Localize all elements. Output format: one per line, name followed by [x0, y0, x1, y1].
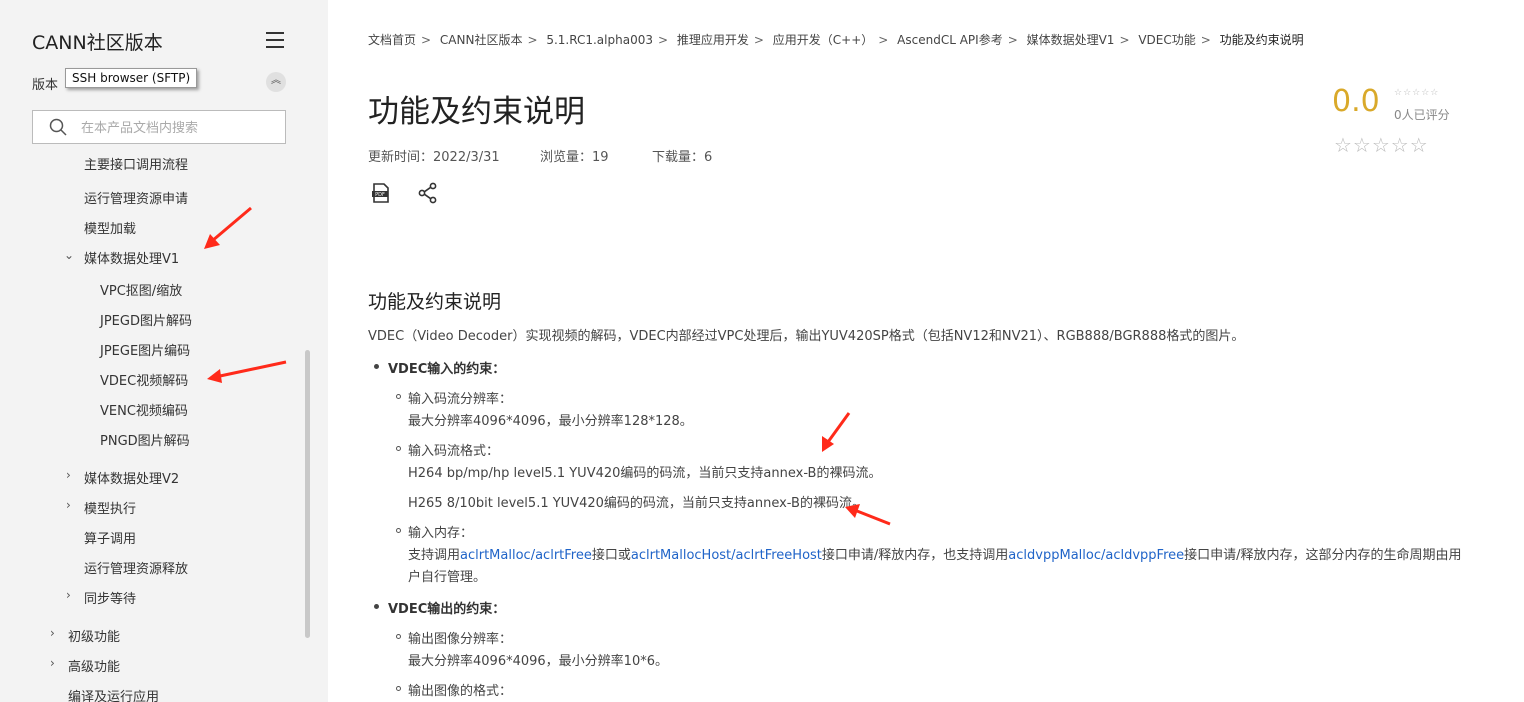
breadcrumb-item[interactable]: 应用开发（C++） — [773, 33, 874, 47]
breadcrumb-item[interactable]: 推理应用开发 — [677, 33, 749, 47]
pdf-icon[interactable]: PDF — [370, 182, 392, 204]
breadcrumb-separator: > — [527, 33, 538, 47]
bullet — [374, 364, 379, 369]
rating-count: 0人已评分 — [1394, 108, 1450, 122]
search-icon — [49, 118, 67, 136]
ssh-browser-tooltip[interactable]: SSH browser (SFTP) — [65, 68, 198, 88]
breadcrumb-item[interactable]: 文档首页 — [368, 33, 416, 47]
input-fmt-h265: H265 8/10bit level5.1 YUV420编码的码流，当前只支持a… — [408, 496, 865, 511]
breadcrumb-current: 功能及约束说明 — [1219, 33, 1304, 47]
rate-star-icons[interactable]: ☆☆☆☆☆ — [1334, 133, 1429, 157]
output-constraints-title: VDEC输出的约束： — [388, 602, 506, 617]
link-aclrtFree[interactable]: aclrtFree — [535, 548, 592, 563]
tree-item[interactable]: 同步等待 — [84, 588, 136, 607]
download-count: 下载量：6 — [652, 150, 713, 165]
breadcrumb-item[interactable]: VDEC功能 — [1138, 33, 1195, 47]
link-aclrtFreeHost[interactable]: aclrtFreeHost — [736, 548, 822, 563]
tree-item[interactable]: 初级功能 — [68, 626, 120, 645]
output-fmt-label: 输出图像的格式： — [408, 684, 513, 699]
output-res-value: 最大分辨率4096*4096，最小分辨率10*6。 — [408, 654, 668, 669]
tree-item[interactable]: VENC视频编码 — [100, 400, 188, 419]
rating-score: 0.0 — [1332, 84, 1380, 119]
doc-search-box[interactable] — [32, 110, 286, 144]
tree-item[interactable]: PNGD图片解码 — [100, 430, 190, 449]
input-res-label: 输入码流分辨率： — [408, 392, 513, 407]
section-heading: 功能及约束说明 — [368, 291, 502, 313]
link-aclrtMallocHost[interactable]: aclrtMallocHost — [631, 548, 731, 563]
intro-text: VDEC（Video Decoder）实现视频的解码，VDEC内部经过VPC处理… — [368, 329, 1245, 344]
product-title[interactable]: CANN社区版本 — [32, 28, 163, 55]
tree-item[interactable]: 高级功能 — [68, 656, 120, 675]
chevron-right-icon[interactable]: › — [66, 588, 71, 602]
input-mem-text: 支持调用aclrtMalloc/aclrtFree接口或aclrtMallocH… — [408, 544, 1462, 563]
tree-item[interactable]: VPC抠图/缩放 — [100, 280, 182, 299]
tree-item[interactable]: 运行管理资源释放 — [84, 558, 188, 577]
input-mem-label: 输入内存： — [408, 526, 474, 541]
sidebar-scrollbar[interactable] — [305, 350, 310, 638]
input-fmt-label: 输入码流格式： — [408, 444, 500, 459]
chevron-right-icon[interactable]: › — [66, 498, 71, 512]
tree-item[interactable]: JPEGE图片编码 — [100, 340, 190, 359]
mini-star-icons: ☆☆☆☆☆ — [1394, 88, 1440, 98]
view-count: 浏览量：19 — [540, 150, 609, 165]
sub-bullet — [396, 528, 401, 533]
tree-item[interactable]: 编译及运行应用 — [68, 686, 159, 702]
breadcrumb-separator: > — [878, 33, 889, 47]
tree-item[interactable]: 模型执行 — [84, 498, 136, 517]
chevron-right-icon[interactable]: › — [66, 468, 71, 482]
link-acldvppFree[interactable]: acldvppFree — [1105, 548, 1184, 563]
version-label: 版本 — [32, 78, 59, 93]
sidebar: CANN社区版本 版本 SSH browser (SFTP) ︽ 主要接口调用流… — [0, 0, 328, 702]
input-fmt-h264: H264 bp/mp/hp level5.1 YUV420编码的码流，当前只支持… — [408, 466, 882, 481]
chevron-right-icon[interactable]: › — [50, 656, 55, 670]
breadcrumb-separator: > — [753, 33, 764, 47]
mem-text: 支持调用 — [408, 548, 461, 563]
sub-bullet — [396, 686, 401, 691]
breadcrumb-item[interactable]: CANN社区版本 — [440, 33, 523, 47]
breadcrumb: 文档首页 > CANN社区版本 > 5.1.RC1.alpha003 > 推理应用开发… — [368, 31, 1304, 48]
sub-bullet — [396, 446, 401, 451]
tree-item-media-v1[interactable]: 媒体数据处理V1 — [84, 248, 179, 267]
breadcrumb-separator: > — [1119, 33, 1130, 47]
mem-text: 接口申请/释放内存，这部分内存的生命周期由用 — [1184, 548, 1462, 563]
breadcrumb-separator: > — [657, 33, 669, 47]
breadcrumb-separator: > — [421, 33, 432, 47]
tree-item[interactable]: 模型加载 — [84, 218, 136, 237]
output-res-label: 输出图像分辨率： — [408, 632, 513, 647]
tree-item[interactable]: 媒体数据处理V2 — [84, 468, 179, 487]
mem-text: 接口或 — [591, 548, 631, 563]
share-icon[interactable] — [417, 182, 439, 204]
updated-time: 更新时间：2022/3/31 — [368, 150, 500, 165]
page-title: 功能及约束说明 — [368, 94, 585, 130]
doc-tree: 主要接口调用流程 运行管理资源申请 模型加载 ⌄ 媒体数据处理V1 VPC抠图/… — [0, 152, 310, 702]
tree-item[interactable]: 运行管理资源申请 — [84, 188, 188, 207]
breadcrumb-item[interactable]: 5.1.RC1.alpha003 — [546, 33, 653, 47]
mem-text: 接口申请/释放内存，也支持调用 — [821, 548, 1009, 563]
bullet — [374, 604, 379, 609]
sub-bullet — [396, 394, 401, 399]
tree-item-partial[interactable]: 主要接口调用流程 — [84, 154, 188, 173]
main-content: 文档首页 > CANN社区版本 > 5.1.RC1.alpha003 > 推理应用开发… — [328, 0, 1524, 702]
chevron-right-icon[interactable]: › — [50, 626, 55, 640]
input-constraints-title: VDEC输入的约束： — [388, 362, 506, 377]
breadcrumb-item[interactable]: AscendCL API参考 — [897, 33, 1003, 47]
chevron-down-icon[interactable]: ⌄ — [64, 248, 74, 262]
link-aclrtMalloc[interactable]: aclrtMalloc — [460, 548, 531, 563]
svg-text:PDF: PDF — [375, 192, 385, 198]
input-res-value: 最大分辨率4096*4096，最小分辨率128*128。 — [408, 414, 693, 429]
sub-bullet — [396, 634, 401, 639]
link-acldvppMalloc[interactable]: acldvppMalloc — [1008, 548, 1101, 563]
input-mem-cont: 户自行管理。 — [408, 570, 487, 585]
tree-item[interactable]: JPEGD图片解码 — [100, 310, 192, 329]
search-input[interactable] — [79, 117, 273, 139]
breadcrumb-separator: > — [1200, 33, 1211, 47]
tree-item[interactable]: 算子调用 — [84, 528, 136, 547]
tree-item-vdec[interactable]: VDEC视频解码 — [100, 370, 188, 389]
collapse-up-icon[interactable]: ︽ — [266, 72, 286, 92]
breadcrumb-separator: > — [1007, 33, 1018, 47]
menu-icon[interactable] — [266, 32, 284, 48]
breadcrumb-item[interactable]: 媒体数据处理V1 — [1027, 33, 1115, 47]
